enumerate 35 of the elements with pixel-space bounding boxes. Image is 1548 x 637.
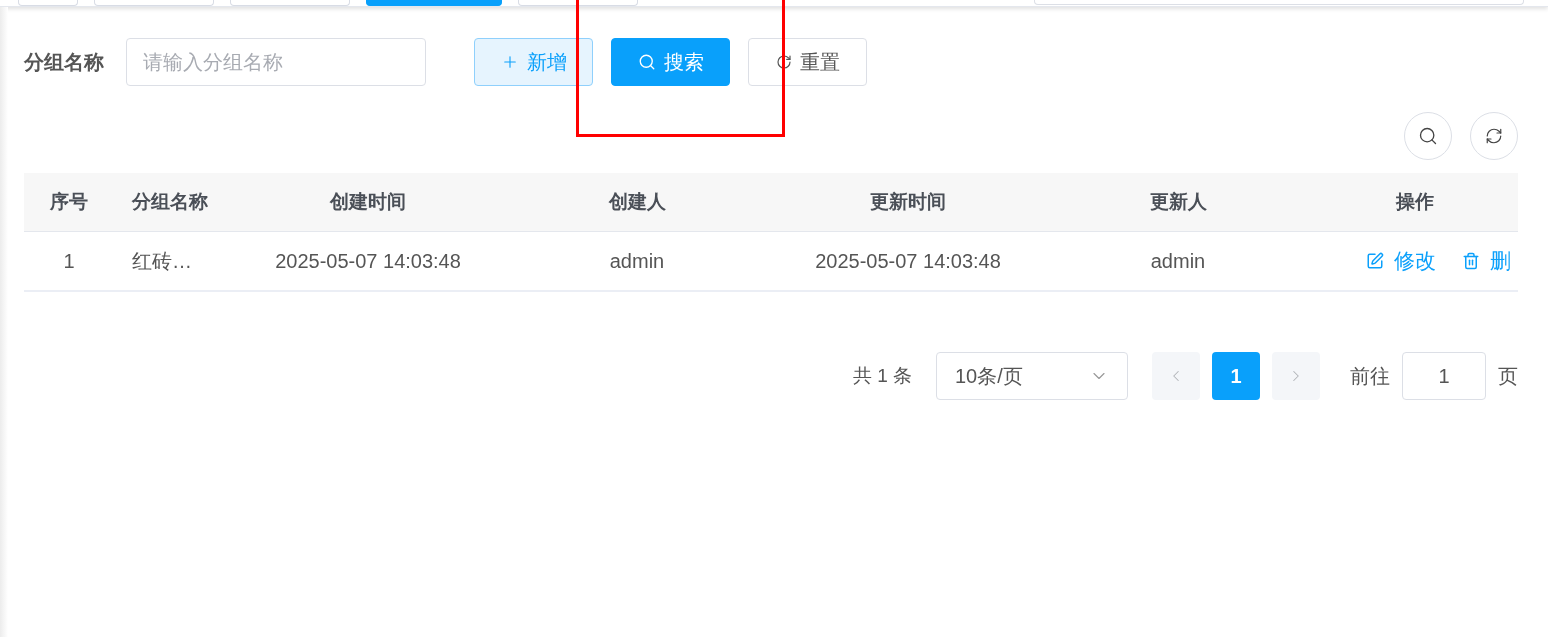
header-field[interactable] (1034, 0, 1524, 5)
goto-label: 前往 (1350, 364, 1390, 389)
group-name-field[interactable]: 请输入分组名称 (126, 38, 426, 86)
column-header: 创建人 (608, 190, 666, 212)
column-header: 分组名称 (132, 190, 208, 212)
delete-link[interactable]: 删 (1462, 245, 1511, 277)
column-header: 更新时间 (870, 190, 946, 212)
rotate-icon (775, 54, 792, 70)
table-cell: 2025-05-07 14:03:48 (275, 250, 461, 272)
column-header: 序号 (50, 190, 88, 212)
reset-button[interactable]: 重置 (748, 38, 867, 86)
table-cell: 2025-05-07 14:03:48 (815, 250, 1001, 272)
add-button[interactable]: 新增 (474, 38, 593, 86)
column-header: 操作 (1396, 190, 1434, 212)
page-suffix: 页 (1498, 364, 1518, 389)
edit-link[interactable]: 修改 (1366, 245, 1436, 277)
trash-icon (1462, 252, 1480, 270)
page-number-field[interactable]: 1 (1402, 352, 1486, 400)
previous-page-button[interactable] (1152, 352, 1200, 400)
table-cell: 红砖… (132, 250, 192, 272)
table-cell: 1 (63, 250, 75, 272)
column-header: 创建时间 (330, 190, 406, 212)
search-icon (637, 53, 656, 71)
next-page-button[interactable] (1272, 352, 1320, 400)
column-header: 更新人 (1149, 190, 1207, 212)
search-icon (1418, 126, 1438, 146)
table-cell: admin (609, 250, 665, 272)
table-cell: admin (1150, 250, 1206, 272)
page-button[interactable]: 1 (1212, 352, 1260, 400)
search-button[interactable]: 搜索 (611, 38, 730, 86)
refresh-icon (1485, 127, 1503, 145)
edit-icon (1366, 252, 1384, 270)
total-count: 共 1 条 (852, 363, 912, 388)
page-size-select[interactable]: 10条/页 (936, 352, 1128, 400)
filter-label: 分组名称 (24, 50, 105, 75)
